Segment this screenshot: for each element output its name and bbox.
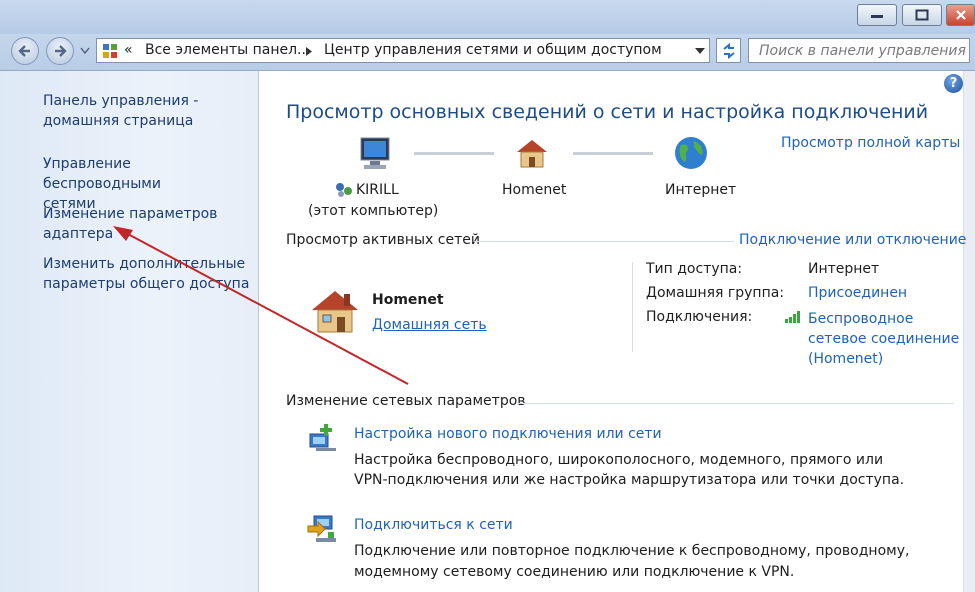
- refresh-icon: [723, 42, 735, 60]
- address-overflow[interactable]: «: [124, 42, 133, 58]
- task-description: Подключение или повторное подключение к …: [354, 543, 910, 559]
- task-description: Настройка беспроводного, широкополосного…: [354, 452, 884, 468]
- home-network-large-icon: [312, 291, 358, 333]
- internet-globe-icon[interactable]: [673, 135, 709, 171]
- sidebar-item-control-panel-home[interactable]: Панель управления - домашняя страница: [43, 91, 253, 131]
- computer-icon[interactable]: [356, 136, 394, 172]
- breadcrumb-network-center[interactable]: Центр управления сетями и общим доступом: [324, 42, 662, 58]
- close-button[interactable]: [946, 4, 975, 26]
- map-connector: [414, 152, 494, 155]
- search-placeholder: Поиск в панели управления: [759, 43, 966, 59]
- vertical-scrollbar[interactable]: [963, 71, 975, 592]
- search-input[interactable]: Поиск в панели управления: [748, 38, 970, 63]
- sidebar-item-line: Изменение параметров: [43, 206, 218, 222]
- connection-line: сетевое соединение: [808, 331, 960, 347]
- home-network-icon[interactable]: [514, 137, 550, 169]
- connect-to-network-link[interactable]: Подключиться к сети: [354, 517, 513, 533]
- access-type-value: Интернет: [808, 261, 880, 277]
- connection-line: (Homenet): [808, 351, 884, 367]
- computer-name: KIRILL: [356, 182, 399, 198]
- control-panel-icon: [103, 44, 117, 58]
- sidebar-item-adapter-settings[interactable]: Изменение параметров адаптера: [43, 204, 253, 244]
- change-settings-heading: Изменение сетевых параметров: [286, 393, 526, 409]
- sidebar-item-line: Изменить дополнительные: [43, 256, 246, 272]
- refresh-button[interactable]: [716, 38, 741, 63]
- map-connector: [573, 152, 653, 155]
- wifi-signal-icon: [785, 311, 800, 323]
- setup-new-connection-link[interactable]: Настройка нового подключения или сети: [354, 426, 662, 442]
- sidebar-item-advanced-sharing[interactable]: Изменить дополнительные параметры общего…: [43, 254, 253, 294]
- page-title: Просмотр основных сведений о сети и наст…: [286, 101, 929, 123]
- internet-label: Интернет: [665, 182, 737, 198]
- homegroup-label: Домашняя группа:: [646, 285, 785, 301]
- arrow-left-icon: [18, 45, 30, 57]
- computer-subtitle: (этот компьютер): [308, 203, 439, 219]
- minimize-button[interactable]: [857, 4, 897, 26]
- homegroup-joined-link[interactable]: Присоединен: [808, 285, 907, 301]
- network-name-label: Homenet: [502, 182, 567, 198]
- task-pane: Панель управления - домашняя страница Уп…: [0, 71, 259, 592]
- connect-disconnect-link[interactable]: Подключение или отключение: [739, 232, 966, 248]
- access-type-label: Тип доступа:: [646, 261, 743, 277]
- breadcrumb-arrow-icon[interactable]: [306, 47, 312, 56]
- navigation-toolbar: « Все элементы панел... Центр управления…: [0, 34, 975, 71]
- back-button[interactable]: [11, 37, 39, 65]
- connect-to-network-icon: [307, 515, 336, 542]
- maximize-button[interactable]: [902, 4, 942, 26]
- help-icon[interactable]: ?: [944, 74, 963, 93]
- wireless-connection-link[interactable]: Беспроводное сетевое соединение (Homenet…: [808, 309, 959, 369]
- user-network-icon: [336, 183, 352, 197]
- maximize-icon: [915, 9, 929, 21]
- new-connection-icon: [309, 424, 336, 451]
- connections-label: Подключения:: [646, 309, 753, 325]
- close-icon: [955, 10, 966, 20]
- address-bar[interactable]: « Все элементы панел... Центр управления…: [96, 38, 710, 63]
- vertical-divider: [632, 262, 633, 352]
- breadcrumb-all-items[interactable]: Все элементы панел...: [145, 42, 310, 58]
- network-type-link[interactable]: Домашняя сеть: [372, 317, 487, 333]
- sidebar-item-line: домашняя страница: [43, 113, 194, 129]
- sidebar-item-line: Управление беспроводными: [43, 156, 161, 192]
- sidebar-item-line: параметры общего доступа: [43, 276, 250, 292]
- active-networks-heading: Просмотр активных сетей: [286, 232, 480, 248]
- section-divider: [474, 241, 734, 242]
- connection-line: Беспроводное: [808, 311, 914, 327]
- section-divider: [518, 403, 954, 404]
- view-full-map-link[interactable]: Просмотр полной карты: [781, 135, 960, 151]
- forward-button[interactable]: [46, 37, 74, 65]
- address-dropdown-icon[interactable]: [695, 48, 705, 55]
- sidebar-item-line: адаптера: [43, 226, 114, 242]
- sidebar-item-line: Панель управления -: [43, 93, 199, 109]
- arrow-right-icon: [55, 45, 67, 57]
- minimize-icon: [871, 15, 883, 18]
- title-bar: [0, 0, 975, 34]
- task-description: модемному сетевому соединению или подклю…: [354, 564, 795, 580]
- active-network-name: Homenet: [372, 292, 444, 308]
- task-description: VPN-подключения или же настройка маршрут…: [354, 472, 905, 488]
- recent-pages-chevron-icon[interactable]: [80, 47, 90, 55]
